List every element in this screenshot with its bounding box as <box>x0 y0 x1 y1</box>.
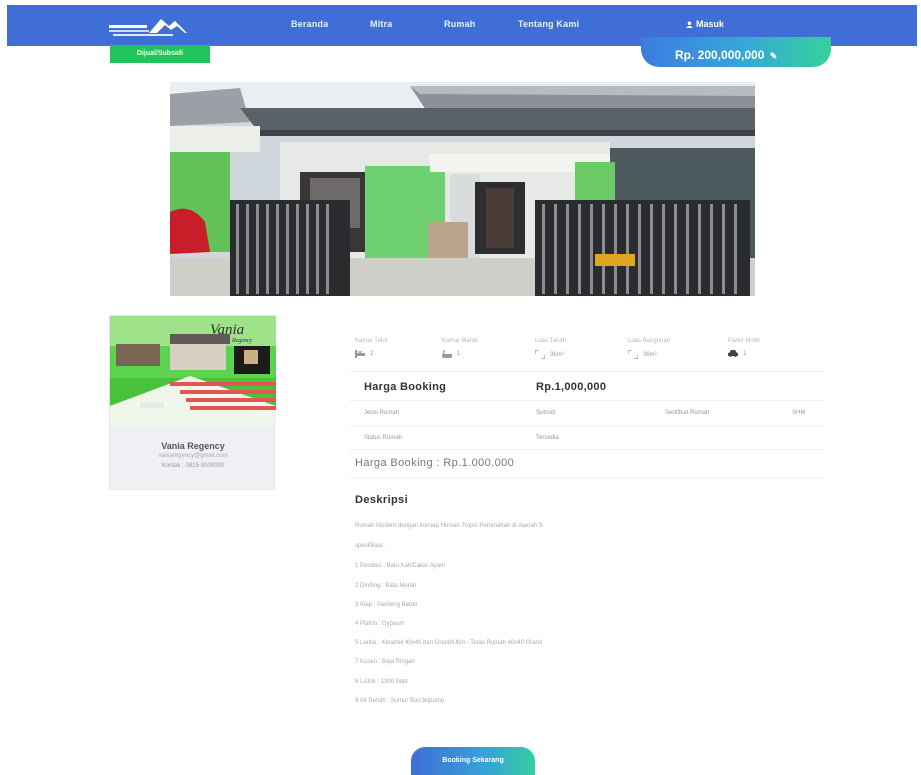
agent-phone[interactable]: Kontak : 0815-0000000 <box>110 463 276 469</box>
divider <box>350 426 825 427</box>
brand-logo[interactable] <box>109 13 187 39</box>
agent-banner-image: Vania Regency <box>110 316 276 426</box>
house-photo-illustration <box>170 82 755 296</box>
booking-value: Rp.1,000,000 <box>536 381 607 393</box>
spec-bathrooms: Kamar Mandi 1 <box>442 338 522 358</box>
agent-banner-subtitle: Regency <box>231 338 253 344</box>
spec-label: Luas Bangunan <box>628 338 671 344</box>
agent-card[interactable]: Vania Regency Vania Regency vaniaregency… <box>109 315 276 490</box>
divider <box>350 371 825 372</box>
price-value: Rp. 200,000,000 <box>675 48 765 62</box>
spec-value: 2 <box>370 351 374 357</box>
description-line: 8 Listrik : 1300 Watt <box>355 679 408 685</box>
spec-building-area: Luas Bangunan 36m² <box>628 338 708 359</box>
bed-icon <box>355 350 365 358</box>
spec-label: Luas Tanah <box>535 338 566 344</box>
spec-land-area: Luas Tanah 36m² <box>535 338 615 359</box>
description-line: 5 Lantai : Keramik 40x40 dan Granit/Ubin… <box>355 640 542 646</box>
booking-now-button[interactable]: Booking Sekarang <box>411 747 535 775</box>
agent-banner-title: Vania <box>210 322 244 338</box>
description-title: Deskripsi <box>355 494 409 506</box>
divider <box>350 449 825 450</box>
description-line: 3 Atap : Genteng Beton <box>355 602 418 608</box>
certificate-value: SHM <box>792 410 806 416</box>
spec-value: 1 <box>743 350 747 357</box>
spec-value: 1 <box>457 351 461 357</box>
house-status-label: Status Rumah <box>364 435 403 441</box>
description-line: spesifikasi : <box>355 543 387 549</box>
description-line: 9 Air Bersih : Sumur Bor/Jetpump <box>355 698 445 704</box>
nav-item-rumah[interactable]: Rumah <box>444 19 476 29</box>
spec-label: Parkir Mobil <box>728 338 760 344</box>
building-area-icon <box>628 350 638 359</box>
description-line: 2 Dinding : Bata Merah <box>355 583 417 589</box>
login-link[interactable]: Masuk <box>686 19 724 29</box>
spec-bedrooms: Kamar Tidur 2 <box>355 338 435 358</box>
nav-item-mitra[interactable]: Mitra <box>370 19 393 29</box>
agent-email[interactable]: vaniaregency@gmail.com <box>110 453 276 459</box>
login-label: Masuk <box>696 19 725 29</box>
house-type-value: Subsidi <box>536 410 556 416</box>
car-icon <box>728 350 738 357</box>
spec-label: Kamar Mandi <box>442 338 478 344</box>
user-icon <box>686 21 693 28</box>
property-photo <box>170 82 755 296</box>
description-line: 1 Pondasi : Batu Kali/Cakar Ayam <box>355 563 445 569</box>
house-type-label: Jenis Rumah <box>364 410 400 416</box>
nav-item-beranda[interactable]: Beranda <box>291 19 328 29</box>
bath-icon <box>442 350 452 358</box>
booking-price-line: Harga Booking : Rp.1.000.000 <box>355 457 515 469</box>
spec-label: Kamar Tidur <box>355 338 388 344</box>
description-line: 4 Plafon : Gypsum <box>355 621 405 627</box>
description-line: 7 Kusen : Baja Ringan <box>355 659 415 665</box>
divider <box>350 477 825 478</box>
booking-label: Harga Booking <box>364 381 447 393</box>
spec-value: 36m² <box>643 351 657 358</box>
edit-icon: ✎ <box>769 51 778 61</box>
spec-parking: Parkir Mobil 1 <box>728 338 808 357</box>
price-tag: Rp. 200,000,000 ✎ <box>641 37 831 67</box>
nav-item-tentang-kami[interactable]: Tentang Kami <box>518 19 579 29</box>
divider <box>350 400 825 401</box>
logo-mark-icon <box>109 19 187 36</box>
certificate-label: Sertifikat Rumah <box>665 410 710 416</box>
land-area-icon <box>535 350 545 359</box>
house-status-value: Tersedia <box>536 435 559 441</box>
spec-value: 36m² <box>550 351 564 358</box>
status-badge: Dijual/Subsidi <box>110 45 210 63</box>
agent-name[interactable]: Vania Regency <box>110 441 276 451</box>
description-line: Rumah Modern dengan konsep Hunian Tropis… <box>355 523 543 529</box>
